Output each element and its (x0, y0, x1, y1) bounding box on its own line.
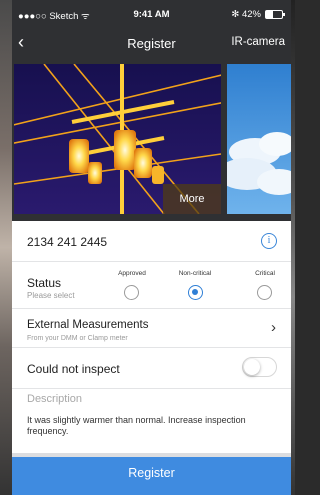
status-label: Status (27, 276, 62, 290)
register-button[interactable]: Register (12, 457, 291, 495)
radio-approved[interactable] (124, 285, 139, 300)
description-field[interactable]: Description It was slightly warmer than … (12, 389, 291, 453)
radio-critical[interactable] (257, 285, 272, 300)
toggle-knob (244, 359, 260, 375)
photo-gallery: More (12, 58, 291, 221)
chevron-right-icon: › (271, 319, 276, 336)
option-label-approved: Approved (118, 270, 146, 277)
description-text[interactable]: It was slightly warmer than normal. Incr… (27, 415, 277, 437)
external-measurements-row[interactable]: External Measurements From your DMM or C… (12, 309, 291, 348)
external-measurements-title: External Measurements (27, 319, 149, 331)
asset-id-row: 2134 241 2445 i (12, 221, 291, 262)
status-bar: ●●●○○ Sketch ᯤ 9:41 AM ✻ 42% (12, 0, 291, 28)
sky-photo-image (227, 64, 291, 214)
could-not-inspect-toggle[interactable] (242, 357, 277, 377)
status-hint: Please select (27, 291, 75, 300)
ir-camera-button[interactable]: IR-camera (231, 36, 285, 48)
battery-percent: ✻ 42% (231, 9, 261, 20)
asset-id: 2134 241 2445 (27, 235, 108, 249)
could-not-inspect-row: Could not inspect (12, 348, 291, 389)
navigation-bar: ‹ Register IR-camera (12, 28, 291, 58)
option-label-non-critical: Non-critical (178, 270, 212, 277)
battery-icon (265, 10, 285, 19)
radio-non-critical[interactable] (188, 285, 203, 300)
external-measurements-subtitle: From your DMM or Clamp meter (27, 335, 128, 342)
info-icon[interactable]: i (261, 233, 277, 249)
thermal-image[interactable]: More (14, 64, 221, 214)
phone-screen: ●●●○○ Sketch ᯤ 9:41 AM ✻ 42% ‹ Register … (12, 0, 291, 495)
description-label: Description (27, 393, 83, 405)
option-label-critical: Critical (255, 270, 275, 277)
visual-photo-thumbnail[interactable] (227, 64, 291, 214)
more-button[interactable]: More (163, 184, 221, 214)
register-form: 2134 241 2445 i Status Please select App… (12, 221, 291, 453)
could-not-inspect-label: Could not inspect (27, 362, 120, 376)
status-row: Status Please select Approved Non-critic… (12, 262, 291, 309)
